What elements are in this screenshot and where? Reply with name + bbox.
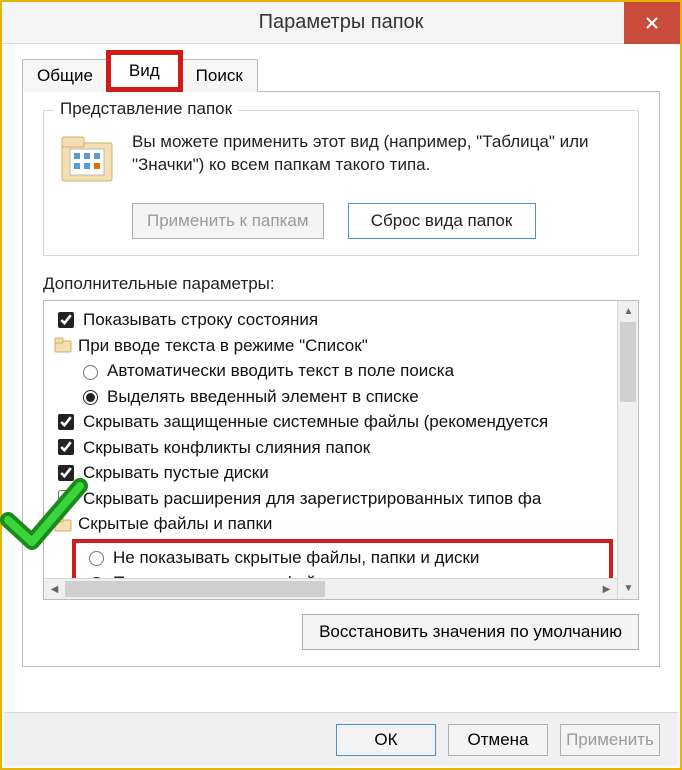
scroll-track-v[interactable]	[618, 322, 638, 578]
checkbox-hide-extensions[interactable]	[58, 490, 74, 506]
folder-mini-icon	[54, 337, 72, 353]
item-label: Выделять введенный элемент в списке	[107, 384, 419, 410]
close-icon	[645, 16, 659, 30]
cancel-button[interactable]: Отмена	[448, 724, 548, 756]
radio-dont-show-hidden[interactable]	[89, 551, 104, 566]
apply-to-folders-button: Применить к папкам	[132, 203, 324, 239]
scroll-up-button[interactable]: ▲	[618, 301, 639, 322]
item-label: Показывать строку состояния	[83, 307, 318, 333]
item-label: Скрывать конфликты слияния папок	[83, 435, 370, 461]
folder-views-group: Представление папок Вы можете применить …	[43, 110, 639, 256]
scroll-left-button[interactable]: ◀	[44, 579, 65, 600]
folder-icon	[60, 131, 114, 185]
ok-button[interactable]: ОК	[336, 724, 436, 756]
item-label: При вводе текста в режиме "Список"	[78, 333, 368, 359]
scroll-thumb-v[interactable]	[620, 322, 636, 402]
checkbox-status-bar[interactable]	[58, 312, 74, 328]
restore-defaults-button[interactable]: Восстановить значения по умолчанию	[302, 614, 639, 650]
list-item[interactable]: Не показывать скрытые файлы, папки и дис…	[78, 545, 607, 571]
radio-auto-type[interactable]	[83, 365, 98, 380]
list-item[interactable]: Скрывать пустые диски	[54, 460, 613, 486]
advanced-settings-label: Дополнительные параметры:	[43, 274, 639, 294]
item-label: Автоматически вводить текст в поле поиск…	[107, 358, 454, 384]
list-item[interactable]: Скрывать конфликты слияния папок	[54, 435, 613, 461]
folder-mini-icon	[54, 516, 72, 532]
title-bar: Параметры папок	[2, 2, 680, 44]
item-label: Скрывать пустые диски	[83, 460, 269, 486]
list-item[interactable]: Выделять введенный элемент в списке	[54, 384, 613, 410]
radio-select-typed[interactable]	[83, 390, 98, 405]
list-item[interactable]: Показывать строку состояния	[54, 307, 613, 333]
close-button[interactable]	[624, 2, 680, 44]
item-label: Скрывать защищенные системные файлы (рек…	[83, 409, 548, 435]
item-label: Не показывать скрытые файлы, папки и дис…	[113, 545, 479, 571]
dialog-body: Общие Вид Поиск Представление папок	[2, 44, 680, 667]
item-label: Скрывать расширения для зарегистрированн…	[83, 486, 541, 512]
tab-panel-view: Представление папок Вы можете применить …	[22, 91, 660, 667]
checkbox-hide-merge[interactable]	[58, 439, 74, 455]
dialog-window: Параметры папок Общие Вид Поиск Представ…	[0, 0, 682, 770]
checkbox-hide-empty-drives[interactable]	[58, 465, 74, 481]
list-content: Показывать строку состояния При вводе те…	[44, 301, 617, 599]
reset-folders-button[interactable]: Сброс вида папок	[348, 203, 536, 239]
advanced-settings-list: Показывать строку состояния При вводе те…	[43, 300, 639, 600]
checkbox-hide-protected[interactable]	[58, 414, 74, 430]
folder-views-title: Представление папок	[54, 99, 238, 119]
apply-button: Применить	[560, 724, 660, 756]
scroll-track-h[interactable]	[65, 579, 596, 599]
scroll-thumb-h[interactable]	[65, 581, 325, 597]
tab-view[interactable]: Вид	[106, 50, 183, 92]
window-title: Параметры папок	[259, 11, 424, 34]
vertical-scrollbar[interactable]: ▲ ▼	[617, 301, 638, 599]
item-label: Скрытые файлы и папки	[78, 511, 272, 537]
tab-strip: Общие Вид Поиск	[22, 52, 660, 92]
list-item: Скрытые файлы и папки	[54, 511, 613, 537]
folder-views-description: Вы можете применить этот вид (например, …	[132, 131, 622, 185]
list-item[interactable]: Скрывать расширения для зарегистрированн…	[54, 486, 613, 512]
tab-search[interactable]: Поиск	[181, 59, 258, 92]
list-item: При вводе текста в режиме "Список"	[54, 333, 613, 359]
list-item[interactable]: Скрывать защищенные системные файлы (рек…	[54, 409, 613, 435]
list-item[interactable]: Автоматически вводить текст в поле поиск…	[54, 358, 613, 384]
scroll-down-button[interactable]: ▼	[618, 578, 639, 599]
dialog-footer: ОК Отмена Применить	[4, 712, 678, 766]
horizontal-scrollbar[interactable]: ◀ ▶	[44, 578, 617, 599]
tab-general[interactable]: Общие	[22, 59, 108, 92]
scroll-right-button[interactable]: ▶	[596, 579, 617, 600]
